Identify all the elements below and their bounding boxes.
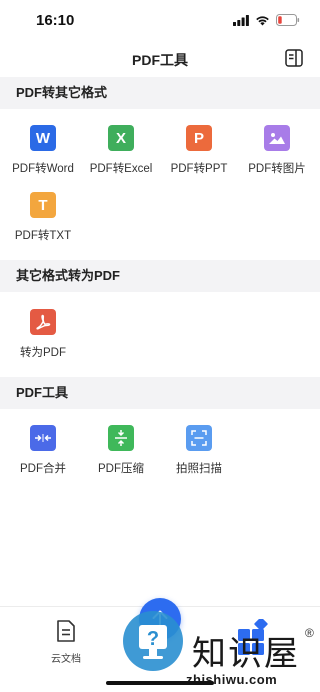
tool-label: PDF转PPT (170, 163, 228, 175)
excel-icon: X (108, 125, 134, 151)
battery-low-icon (276, 14, 300, 26)
section-header-other-to-pdf: 其它格式转为PDF (0, 260, 320, 292)
tool-label: 拍照扫描 (176, 463, 222, 475)
list-menu-icon[interactable] (284, 48, 304, 68)
tool-photo-scan[interactable]: 拍照扫描 (159, 425, 239, 485)
watermark-registered: ® (305, 626, 314, 640)
image-icon (264, 125, 290, 151)
word-icon: W (30, 125, 56, 151)
nav-bar: PDF工具 (0, 40, 320, 76)
watermark-help-icon: ? (123, 611, 183, 671)
merge-icon (30, 425, 56, 451)
watermark-text: 知识屋 (192, 634, 300, 674)
document-icon (57, 620, 75, 642)
status-bar: 16:10 (0, 0, 320, 40)
tool-label: PDF合并 (20, 463, 66, 475)
wifi-icon (256, 16, 269, 26)
ppt-icon: P (186, 125, 212, 151)
compress-icon (108, 425, 134, 451)
section-header-pdf-tools: PDF工具 (0, 377, 320, 409)
tool-pdf-to-excel[interactable]: X PDF转Excel (81, 125, 161, 185)
signal-icon (233, 15, 249, 26)
tool-pdf-to-ppt[interactable]: P PDF转PPT (159, 125, 239, 185)
txt-icon: T (30, 192, 56, 218)
tool-pdf-to-word[interactable]: W PDF转Word (3, 125, 83, 185)
tool-label: PDF转TXT (14, 230, 72, 242)
screen: 16:10 PDF工具 PDF转其它格式 W PDF转Word X PDF转Ex… (0, 0, 320, 692)
tab-cloud-docs[interactable]: 云文档 (44, 619, 88, 665)
status-time: 16:10 (36, 12, 75, 29)
acrobat-pdf-icon (30, 309, 56, 335)
tool-pdf-merge[interactable]: PDF合并 (3, 425, 83, 485)
tool-label: PDF转Excel (89, 163, 153, 175)
svg-text:?: ? (147, 628, 159, 650)
tab-cloud-docs-label: 云文档 (51, 654, 81, 665)
tool-label: 转为PDF (20, 347, 66, 359)
tool-pdf-to-txt[interactable]: T PDF转TXT (3, 192, 83, 252)
tool-pdf-compress[interactable]: PDF压缩 (81, 425, 161, 485)
home-indicator (106, 681, 214, 685)
tool-pdf-to-image[interactable]: PDF转图片 (237, 125, 317, 185)
scan-icon (186, 425, 212, 451)
section-header-pdf-to-other: PDF转其它格式 (0, 77, 320, 109)
page-title: PDF工具 (132, 52, 188, 68)
tool-label: PDF转图片 (248, 163, 306, 175)
tool-convert-to-pdf[interactable]: 转为PDF (3, 309, 83, 369)
tool-label: PDF压缩 (98, 463, 144, 475)
tool-label: PDF转Word (12, 163, 74, 175)
